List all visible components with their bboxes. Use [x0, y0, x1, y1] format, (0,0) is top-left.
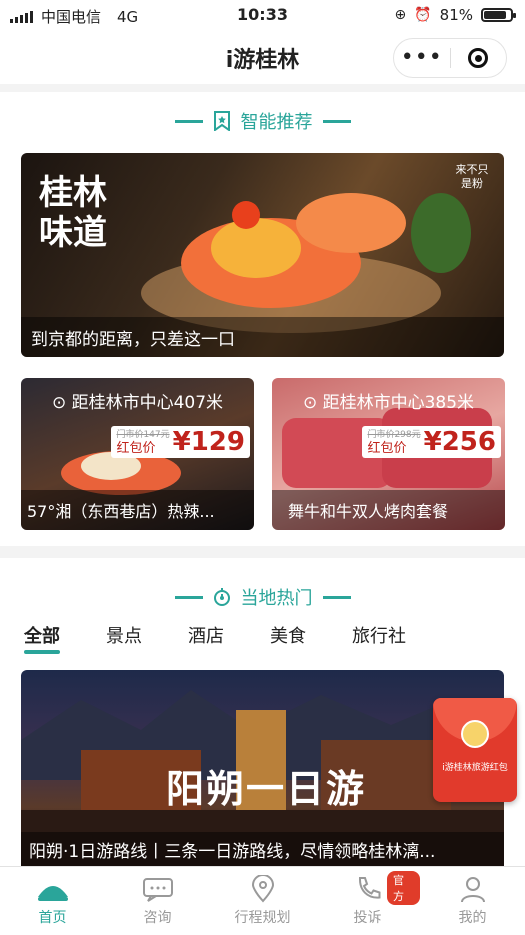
category-tabs: 全部 景点 酒店 美食 旅行社	[24, 622, 406, 654]
battery-icon	[481, 8, 516, 22]
user-icon	[460, 877, 485, 903]
alarm-icon: ⏰	[414, 7, 432, 23]
deal-card-1[interactable]: ⊙ 距桂林市中心407米 门市价147元 红包价 ¥129 57°湘（东西巷店）热…	[21, 378, 254, 530]
more-menu-button[interactable]: •••	[394, 47, 450, 69]
deal-price: ¥256	[423, 427, 496, 457]
location-pin-icon: ⊙	[51, 393, 72, 413]
banner-art-title: 阳朔一日游	[166, 766, 367, 811]
deal-price: ¥129	[172, 427, 245, 457]
official-badge: 官方	[387, 871, 420, 905]
price-tag: 门市价298元 红包价 ¥256	[362, 426, 501, 458]
tab-mine[interactable]: 我的	[420, 867, 525, 935]
deal-name: 舞牛和牛双人烤肉套餐	[272, 490, 505, 530]
tab-label: 投诉	[353, 910, 382, 926]
distance-label: ⊙ 距桂林市中心407米	[21, 388, 254, 413]
tab-home[interactable]: 首页	[0, 867, 105, 935]
capsule-menu: •••	[393, 38, 507, 78]
yangshuo-banner[interactable]: 阳朔一日游 阳朔·1日游路线丨三条一日游路线，尽情领略桂林漓...	[21, 670, 504, 866]
banner-art-tag: 来不只是粉	[455, 163, 489, 190]
header-line-right	[322, 119, 351, 123]
rotation-lock-icon: ⊕	[394, 7, 407, 23]
tab-complaint[interactable]: 官方 投诉	[315, 867, 420, 935]
hot-header: 当地热门	[0, 584, 525, 610]
food-banner[interactable]: 桂林味道 来不只是粉 到京都的距离，只差这一口	[21, 153, 504, 357]
recommend-section: 智能推荐 桂林味道 来不只是粉 到京都的距离，只差这一口 ⊙ 距桂林市中心407…	[0, 92, 525, 546]
banner-caption: 阳朔·1日游路线丨三条一日游路线，尽情领略桂林漓...	[21, 832, 504, 866]
tab-all[interactable]: 全部	[24, 622, 60, 654]
distance-label: ⊙ 距桂林市中心385米	[272, 388, 505, 413]
tab-consult[interactable]: 咨询	[105, 867, 210, 935]
hot-title: 当地热门	[240, 588, 313, 609]
tab-trip-plan[interactable]: 行程规划	[210, 867, 315, 935]
header-line-right	[322, 595, 351, 599]
tab-food[interactable]: 美食	[270, 622, 306, 648]
tab-label: 首页	[38, 910, 67, 926]
location-icon	[251, 875, 274, 903]
tab-travel-agency[interactable]: 旅行社	[352, 622, 406, 648]
fire-clock-icon	[213, 588, 230, 606]
red-packet-float[interactable]: i游桂林旅游红包	[433, 698, 517, 802]
price-label: 红包价	[116, 441, 156, 456]
original-price: 门市价298元	[367, 430, 421, 440]
battery-percent: 81%	[439, 6, 473, 24]
tab-label: 行程规划	[234, 910, 291, 926]
red-packet-label: i游桂林旅游红包	[442, 763, 508, 773]
recommend-header: 智能推荐	[0, 108, 525, 134]
header-line-left	[174, 119, 203, 123]
tab-label: 我的	[458, 910, 487, 926]
header-line-left	[174, 595, 203, 599]
distance-text: 距桂林市中心407米	[71, 393, 224, 413]
banner-caption: 到京都的距离，只差这一口	[21, 317, 504, 357]
status-bar: 中国电信 4G 10:33 ⊕ ⏰ 81%	[0, 0, 525, 32]
tab-label: 咨询	[143, 910, 172, 926]
distance-text: 距桂林市中心385米	[322, 393, 475, 413]
close-mini-program-button[interactable]	[451, 48, 507, 68]
red-packet-coin-icon	[461, 720, 489, 748]
bottom-tab-bar: 首页 咨询 行程规划 官方 投诉 我的	[0, 866, 525, 935]
chat-icon	[142, 878, 173, 902]
tab-scenic[interactable]: 景点	[106, 622, 142, 648]
target-icon	[468, 48, 489, 68]
mini-program-nav-bar: i游桂林 •••	[0, 32, 525, 84]
phone-icon	[358, 877, 380, 899]
deal-name: 57°湘（东西巷店）热辣...	[21, 490, 254, 530]
bookmark-star-icon	[213, 111, 230, 131]
banner-art-title: 桂林味道	[39, 173, 107, 253]
home-icon	[37, 886, 68, 901]
price-tag: 门市价147元 红包价 ¥129	[111, 426, 250, 458]
deal-card-2[interactable]: ⊙ 距桂林市中心385米 门市价298元 红包价 ¥256 舞牛和牛双人烤肉套餐	[272, 378, 505, 530]
recommend-title: 智能推荐	[240, 112, 313, 133]
original-price: 门市价147元	[116, 430, 170, 440]
location-pin-icon: ⊙	[302, 393, 323, 413]
price-label: 红包价	[367, 441, 407, 456]
tab-hotel[interactable]: 酒店	[188, 622, 224, 648]
